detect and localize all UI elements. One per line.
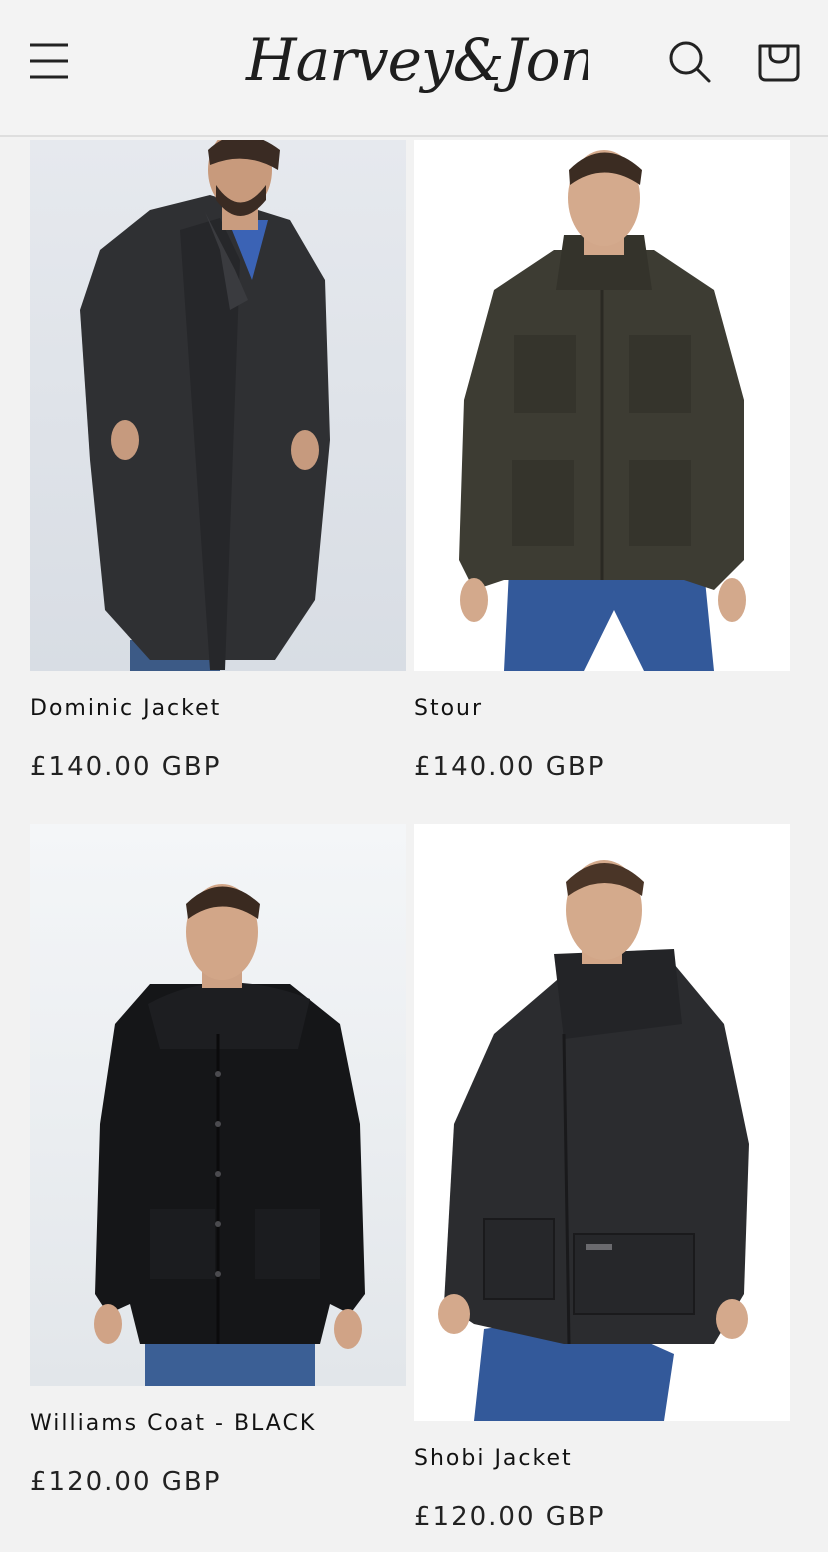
product-card[interactable]: Williams Coat - BLACK £120.00 GBP	[30, 824, 406, 1514]
cart-icon	[758, 44, 800, 82]
product-image[interactable]	[414, 824, 790, 1421]
product-card[interactable]: Shobi Jacket £120.00 GBP	[414, 824, 790, 1552]
product-price: £140.00 GBP	[414, 752, 606, 782]
menu-button[interactable]	[24, 36, 76, 88]
product-title[interactable]: Shobi Jacket	[414, 1446, 573, 1471]
product-image[interactable]	[414, 140, 790, 671]
product-card[interactable]: Dominic Jacket £140.00 GBP	[30, 140, 406, 800]
product-title[interactable]: Stour	[414, 696, 483, 721]
search-icon	[669, 41, 711, 83]
product-title[interactable]: Williams Coat - BLACK	[30, 1411, 316, 1436]
product-price: £140.00 GBP	[30, 752, 222, 782]
product-card[interactable]: Stour £140.00 GBP	[414, 140, 790, 800]
brand-logo[interactable]: Harvey&Jones	[240, 14, 659, 110]
product-title[interactable]: Dominic Jacket	[30, 696, 221, 721]
site-header: Harvey&Jones	[0, 0, 828, 137]
product-image[interactable]	[30, 140, 406, 671]
hamburger-menu-icon	[30, 43, 68, 79]
product-price: £120.00 GBP	[30, 1467, 222, 1497]
product-image[interactable]	[30, 824, 406, 1386]
search-button[interactable]	[664, 36, 716, 88]
cart-button[interactable]	[752, 34, 806, 88]
brand-logo-text: Harvey&Jones	[245, 26, 588, 94]
product-price: £120.00 GBP	[414, 1502, 606, 1532]
